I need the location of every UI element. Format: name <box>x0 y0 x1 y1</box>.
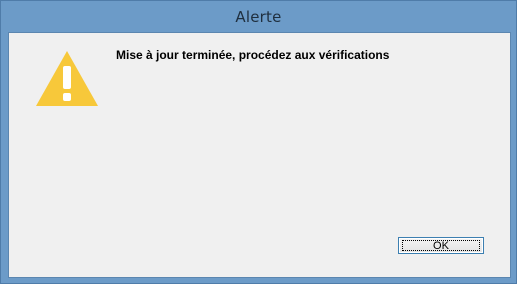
ok-button[interactable]: OK <box>398 237 484 254</box>
warning-icon <box>36 51 98 106</box>
dialog-body: Mise à jour terminée, procédez aux vérif… <box>8 32 511 278</box>
window-title: Alerte <box>235 8 282 26</box>
alert-message: Mise à jour terminée, procédez aux vérif… <box>116 48 390 62</box>
ok-button-label: OK <box>433 239 449 252</box>
alert-window: Alerte Mise à jour terminée, procédez au… <box>0 0 517 284</box>
title-bar[interactable]: Alerte <box>1 1 516 31</box>
